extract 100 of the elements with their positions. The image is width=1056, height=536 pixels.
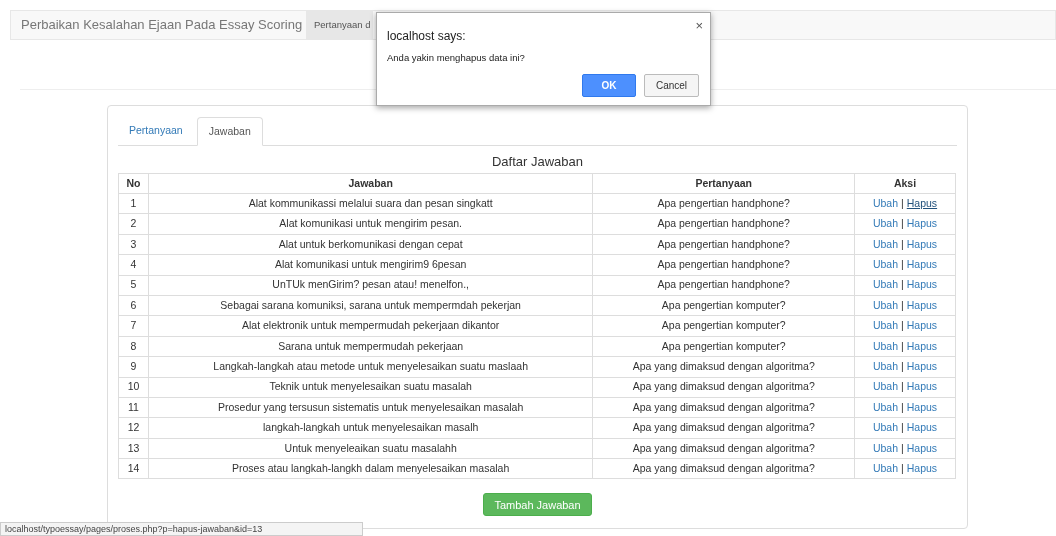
table-cell: Langkah-langkah atau metode untuk menyelesaikan suatu maslaah [148,356,593,377]
tab[interactable]: Pertanyaan [118,117,194,145]
edit-link[interactable]: Ubah [872,339,898,352]
edit-link[interactable]: Ubah [872,421,898,434]
column-header: Aksi [854,173,956,194]
table-cell: 3 [118,234,149,255]
separator: | [901,421,904,434]
separator: | [901,339,904,352]
column-header: Pertanyaan [592,173,855,194]
delete-link[interactable]: Hapus [906,258,938,270]
table-cell: Apa pengertian komputer? [592,315,855,337]
edit-link[interactable]: Ubah [872,461,898,474]
delete-link[interactable]: Hapus [906,196,938,209]
ok-button[interactable]: OK [582,74,636,97]
delete-link[interactable]: Hapus [906,217,938,230]
table-cell: Apa pengertian komputer? [592,336,855,357]
delete-link[interactable]: Hapus [906,441,938,454]
edit-link[interactable]: Ubah [872,380,898,393]
table-cell: 4 [118,254,149,276]
table-cell: 8 [118,336,149,357]
table-cell: langkah-langkah untuk menyelesaikan masalh [148,417,593,439]
delete-link[interactable]: Hapus [906,278,938,291]
cancel-button[interactable]: Cancel [644,74,699,97]
table-cell: 11 [118,397,149,418]
table-cell: Alat komunikasi untuk mengirim pesan. [148,213,593,235]
table-cell: 12 [118,417,149,439]
status-bar: localhost/typoessay/pages/proses.php?p=hapus-jawaban&id=13 [0,522,363,536]
separator: | [901,319,904,332]
table-cell: 6 [118,295,149,316]
column-header: Jawaban [148,173,593,194]
column-header: No [118,173,149,194]
table-cell: Sebagai sarana komuniksi, sarana untuk mempermdah pekerjan [148,295,593,316]
table-title: Daftar Jawaban [490,153,585,171]
dialog-message: Anda yakin menghapus data ini? [387,51,525,65]
table-cell: Alat kommunikassi melalui suara dan pesan singkatt [148,193,593,214]
separator: | [901,278,904,291]
edit-link[interactable]: Ubah [872,278,898,291]
navbar-brand[interactable]: Perbaikan Kesalahan Ejaan Pada Essay Scoring [11,11,306,39]
table-cell: Alat komunikasi untuk mengirim9 6pesan [148,254,593,276]
nav-link[interactable]: Pertanyaan d [306,11,373,39]
edit-link[interactable]: Ubah [872,441,898,454]
table-cell: Apa pengertian handphone? [592,213,855,235]
dialog-title: localhost says: [387,28,466,45]
tab[interactable]: Jawaban [196,117,263,146]
table-cell: Apa yang dimaksud dengan algoritma? [592,438,855,459]
table-cell: Untuk menyeleaikan suatu masalahh [148,438,593,459]
table-cell: 1 [118,193,149,214]
table-cell: Apa yang dimaksud dengan algoritma? [592,397,855,418]
table-cell: Sarana untuk mempermudah pekerjaan [148,336,593,357]
table-cell: Alat elektronik untuk mempermudah pekerjaan dikantor [148,315,593,337]
edit-link[interactable]: Ubah [872,359,898,372]
separator: | [901,461,904,474]
table-cell: Apa yang dimaksud dengan algoritma? [592,377,855,398]
separator: | [901,400,904,413]
table-cell: 2 [118,213,149,235]
table-cell: 13 [118,438,149,459]
separator: | [901,441,904,454]
table-cell: Apa pengertian komputer? [592,295,855,316]
table-cell: Apa yang dimaksud dengan algoritma? [592,417,855,439]
table-cell: 10 [118,377,149,398]
delete-link[interactable]: Hapus [906,461,938,474]
delete-link[interactable]: Hapus [906,421,938,434]
table-cell: Alat untuk berkomunikasi dengan cepat [148,234,593,255]
table-cell: UnTUk menGirim? pesan atau! menelfon., [148,275,593,296]
edit-link[interactable]: Ubah [872,298,898,311]
close-button[interactable]: × [695,16,703,36]
table-cell: Apa pengertian handphone? [592,234,855,255]
table-cell: 14 [118,458,149,479]
separator: | [901,258,904,270]
edit-link[interactable]: Ubah [872,258,898,270]
delete-link[interactable]: Hapus [906,237,938,250]
add-answer-button[interactable]: Tambah Jawaban [483,493,592,517]
delete-link[interactable]: Hapus [906,339,938,352]
table-cell: 7 [118,315,149,337]
table-cell: Apa pengertian handphone? [592,254,855,276]
table-cell: Proses atau langkah-langkh dalam menyelesaikan masalah [148,458,593,479]
delete-link[interactable]: Hapus [906,298,938,311]
separator: | [901,298,904,311]
table-cell: Apa pengertian handphone? [592,275,855,296]
delete-link[interactable]: Hapus [906,380,938,393]
edit-link[interactable]: Ubah [872,237,898,250]
table-cell: Teknik untuk menyelesaikan suatu masalah [148,377,593,398]
delete-link[interactable]: Hapus [906,319,938,332]
table-cell: 9 [118,356,149,377]
delete-link[interactable]: Hapus [906,359,938,372]
separator: | [901,196,904,209]
table-cell: Prosedur yang tersusun sistematis untuk menyelesaikan masalah [148,397,593,418]
separator: | [901,359,904,372]
edit-link[interactable]: Ubah [872,196,898,209]
table-cell: Apa pengertian handphone? [592,193,855,214]
table-cell: Apa yang dimaksud dengan algoritma? [592,356,855,377]
separator: | [901,380,904,393]
delete-link[interactable]: Hapus [906,400,938,413]
table-cell: 5 [118,275,149,296]
separator: | [901,217,904,230]
edit-link[interactable]: Ubah [872,217,898,230]
table-cell: Apa yang dimaksud dengan algoritma? [592,458,855,479]
edit-link[interactable]: Ubah [872,400,898,413]
separator: | [901,237,904,250]
edit-link[interactable]: Ubah [872,319,898,332]
